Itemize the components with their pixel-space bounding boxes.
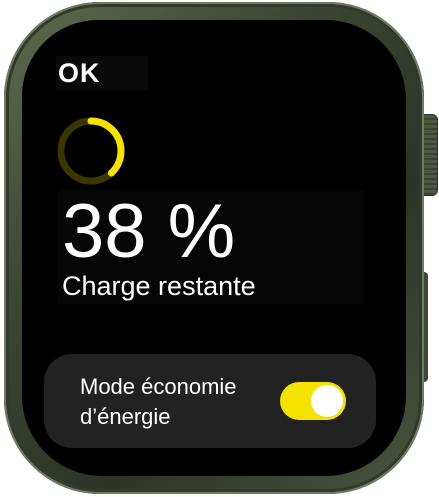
ok-button[interactable]: OK <box>56 56 148 90</box>
low-power-mode-label: Mode économie d’énergie <box>80 374 237 429</box>
battery-charge-label: Charge restante <box>62 271 256 301</box>
low-power-mode-toggle[interactable] <box>280 382 346 420</box>
toggle-knob <box>311 385 343 417</box>
apple-watch-mockup: OK 38 % Charge restante Mode économie d’… <box>0 0 439 497</box>
battery-ring-icon <box>57 117 125 185</box>
battery-percentage: 38 % <box>62 189 236 274</box>
watch-screen: OK 38 % Charge restante Mode économie d’… <box>22 20 398 472</box>
charge-block: 38 % Charge restante <box>58 190 364 304</box>
low-power-mode-row[interactable]: Mode économie d’énergie <box>44 354 376 448</box>
